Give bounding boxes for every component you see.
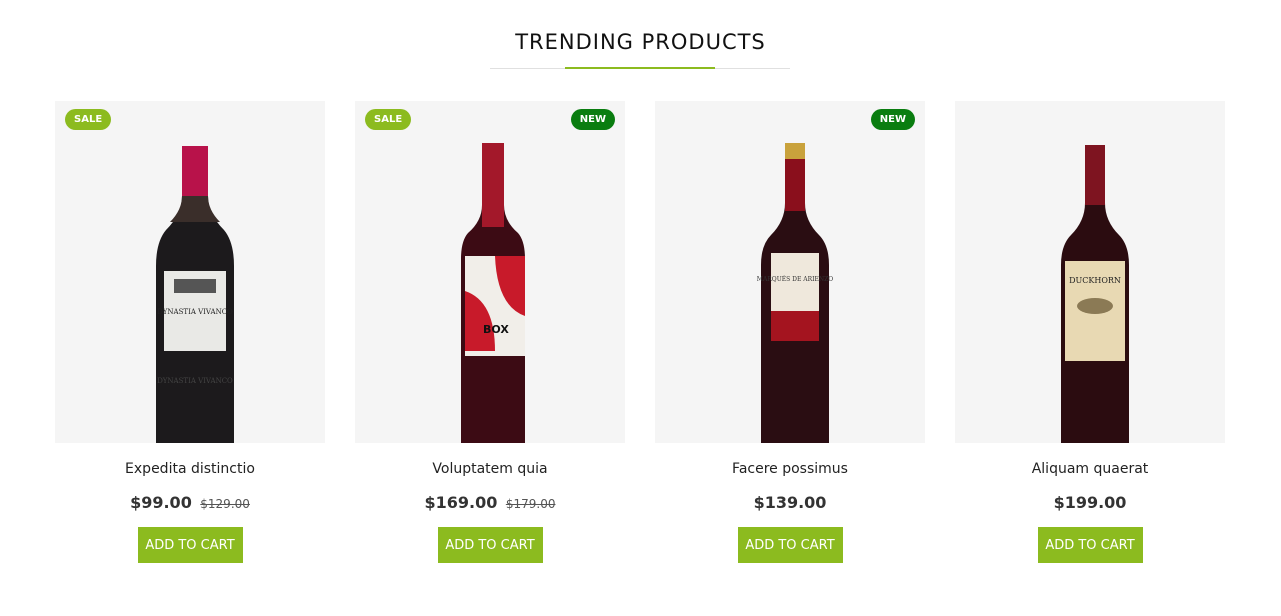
add-to-cart-button[interactable]: ADD TO CART — [1037, 527, 1143, 563]
product-old-price: $179.00 — [505, 497, 556, 511]
svg-text:DYNASTIA VIVANCO: DYNASTIA VIVANCO — [157, 377, 233, 385]
section-title: TRENDING PRODUCTS — [515, 30, 766, 54]
product-card: DYNASTIA VIVANCO DYNASTIA VIVANCO SALE E… — [55, 101, 325, 563]
sale-badge: SALE — [65, 109, 112, 130]
product-card: MARQUÉS DE ARIENZO NEW Facere possimus $… — [655, 101, 925, 563]
product-image-link[interactable]: BOX SALE NEW — [355, 101, 625, 443]
title-accent-line — [565, 67, 715, 69]
product-name[interactable]: Aliquam quaerat — [955, 461, 1225, 479]
wine-bottle-image: MARQUÉS DE ARIENZO — [757, 143, 833, 443]
bottle-label-text: MARQUÉS DE ARIENZO — [757, 275, 833, 283]
product-name[interactable]: Expedita distinctio — [55, 461, 325, 479]
new-badge: NEW — [570, 109, 615, 130]
svg-text:BOX: BOX — [483, 323, 509, 336]
price-box: $139.00 — [655, 493, 925, 513]
wine-bottle-image: DYNASTIA VIVANCO DYNASTIA VIVANCO — [156, 146, 234, 443]
product-price: $99.00 — [130, 493, 192, 512]
price-box: $199.00 — [955, 493, 1225, 513]
product-image-link[interactable]: DYNASTIA VIVANCO DYNASTIA VIVANCO SALE — [55, 101, 325, 443]
product-old-price: $129.00 — [200, 497, 250, 511]
product-price: $139.00 — [753, 493, 827, 512]
add-to-cart-button[interactable]: ADD TO CART — [437, 527, 543, 563]
sale-badge: SALE — [365, 109, 412, 130]
product-image-link[interactable]: DUCKHORN — [955, 101, 1225, 443]
price-box: $99.00 $129.00 — [55, 493, 325, 513]
bottle-label-text: DUCKHORN — [1069, 276, 1121, 285]
bottle-label-text: DYNASTIA VIVANCO — [157, 308, 233, 316]
product-price: $169.00 — [424, 493, 498, 512]
add-to-cart-button[interactable]: ADD TO CART — [137, 527, 243, 563]
new-badge: NEW — [870, 109, 915, 130]
wine-bottle-image: DUCKHORN — [1061, 145, 1129, 443]
add-to-cart-button[interactable]: ADD TO CART — [737, 527, 843, 563]
product-name[interactable]: Facere possimus — [655, 461, 925, 479]
wine-bottle-image: BOX — [461, 143, 525, 443]
product-card: BOX SALE NEW Voluptatem quia $169.00 $17… — [355, 101, 625, 563]
product-price: $199.00 — [1053, 493, 1127, 512]
product-card: DUCKHORN Aliquam quaerat $199.00 ADD TO … — [955, 101, 1225, 563]
product-image-link[interactable]: MARQUÉS DE ARIENZO NEW — [655, 101, 925, 443]
price-box: $169.00 $179.00 — [355, 493, 625, 513]
product-name[interactable]: Voluptatem quia — [355, 461, 625, 479]
